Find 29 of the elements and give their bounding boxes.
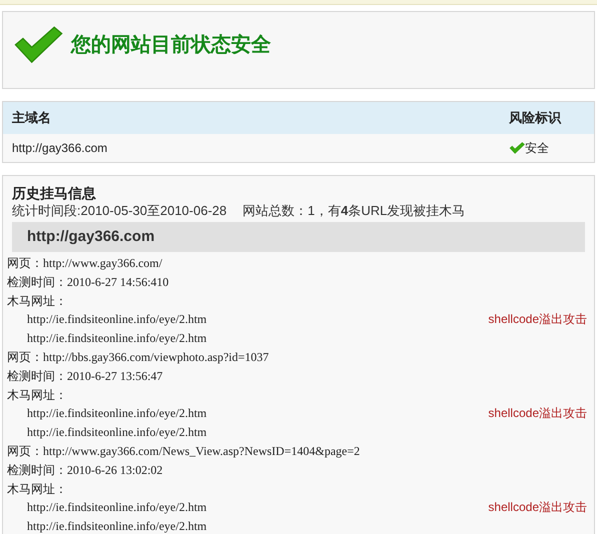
detect-time: 检测时间：2010-6-27 14:56:410 <box>7 274 170 291</box>
page-url: 网页：http://www.gay366.com/News_View.asp?NewsID=1404&page=2 <box>7 442 361 460</box>
table-cell-text: http://gay366.com <box>12 140 108 157</box>
trojan-url: http://ie.findsiteonline.info/eye/2.htm <box>27 405 208 422</box>
trojan-url: http://ie.findsiteonline.info/eye/2.htm <box>27 499 208 516</box>
trojan-url: http://ie.findsiteonline.info/eye/2.htm <box>27 330 208 348</box>
trojan-url: http://ie.findsiteonline.info/eye/2.htm <box>27 424 208 442</box>
trojan-url: http://ie.findsiteonline.info/eye/2.htm <box>27 518 208 534</box>
attack-type: shellcode溢出攻击 <box>488 311 587 328</box>
page-url: 网页：http://www.gay366.com/ <box>7 255 164 272</box>
history-title: 历史挂马信息 <box>12 184 97 202</box>
status-title: 您的网站目前状态安全 <box>71 32 271 58</box>
trojan-label: 木马网址： <box>7 292 68 310</box>
summary-text: 网站总数：1，有4条URL发现被挂木马 <box>242 202 466 220</box>
attack-type: shellcode溢出攻击 <box>488 405 587 422</box>
trojan-label: 木马网址： <box>7 386 68 404</box>
column-header: 主域名 <box>12 109 52 128</box>
detect-time: 检测时间：2010-6-27 13:56:47 <box>7 368 164 385</box>
site-bar: http://gay366.com <box>12 222 585 252</box>
trojan-label: 木马网址： <box>7 480 68 498</box>
time-range: 统计时间段:2010-05-30至2010-06-28 <box>12 202 227 220</box>
column-header: 风险标识 <box>509 109 562 128</box>
page-url: 网页：http://bbs.gay366.com/viewphoto.asp?id=1037 <box>7 348 270 366</box>
table-cell-text: 安全 <box>525 140 549 157</box>
attack-type: shellcode溢出攻击 <box>488 499 587 516</box>
detect-time: 检测时间：2010-6-26 13:02:02 <box>7 462 164 479</box>
checkmark-icon <box>13 26 63 64</box>
trojan-url: http://ie.findsiteonline.info/eye/2.htm <box>27 311 208 328</box>
checkmark-icon <box>509 142 525 154</box>
